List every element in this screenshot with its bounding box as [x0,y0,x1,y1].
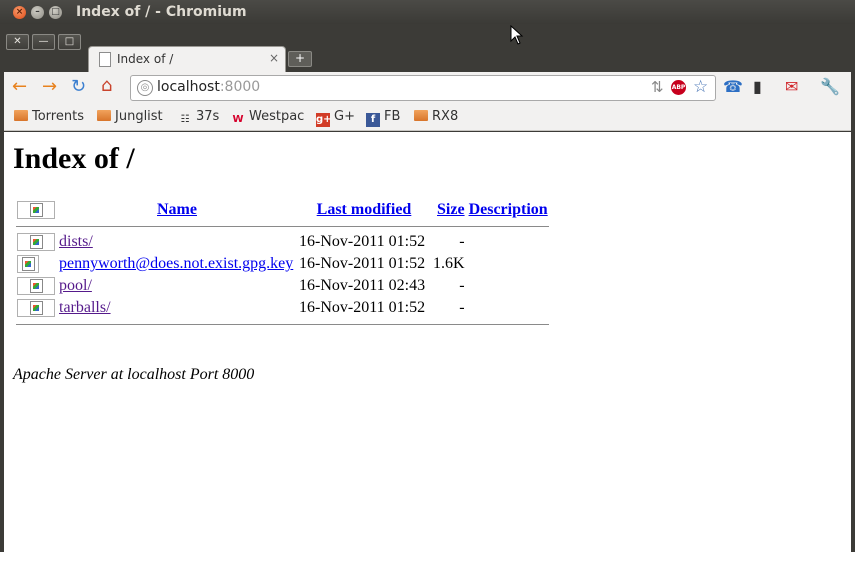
page-content[interactable]: Index of / Name Last modified Size Descr… [4,132,851,552]
entry-link[interactable]: dists/ [59,233,93,250]
sort-by-modified-link[interactable]: Last modified [317,201,412,218]
blank-icon [17,201,55,220]
desktop-strip [0,552,855,563]
address-bar[interactable]: ◎ localhost:8000 ⇅ ABP ☆ [130,75,716,101]
entry-modified: 16-Nov-2011 02:43 [299,277,426,294]
window-maximize-icon[interactable]: □ [49,6,62,19]
sync-icon[interactable]: ⇅ [651,78,664,96]
table-row: pool/ 16-Nov-2011 02:43 - [16,276,549,296]
bookmark-label: Westpac [249,109,305,124]
separator-line [16,323,549,325]
entry-size: - [459,233,465,250]
entry-link[interactable]: pool/ [59,277,92,294]
file-icon [17,255,39,274]
mouse-cursor-icon [510,25,524,45]
skype-icon[interactable]: ☎ [723,79,743,95]
tab-close-icon[interactable]: × [269,51,279,65]
page-title: Index of / [13,142,135,175]
table-row: tarballs/ 16-Nov-2011 01:52 - [16,298,549,318]
frame-close-button[interactable]: ✕ [6,34,29,50]
folder-icon [17,233,55,252]
wrench-icon[interactable]: 🔧 [820,79,840,95]
bookmark-label: Junglist [115,109,163,124]
address-host: localhost [157,79,220,95]
westpac-icon: W [232,114,244,125]
table-row: pennyworth@does.not.exist.gpg.key 16-Nov… [16,254,549,274]
address-port: :8000 [219,79,261,95]
frame-maximize-button[interactable]: □ [58,34,81,50]
bookmark-torrents[interactable]: Torrents [14,109,84,124]
entry-size: 1.6K [433,255,465,272]
bookmark-gplus[interactable]: g+ G+ [316,109,355,127]
sort-by-name-link[interactable]: Name [157,201,197,218]
folder-icon [414,110,428,121]
entry-description [468,254,549,274]
bookmark-label: G+ [334,109,355,124]
window-title: Index of / - Chromium [76,4,247,20]
bookmark-37s[interactable]: ☷ 37s [178,109,220,127]
entry-modified: 16-Nov-2011 01:52 [299,233,426,250]
entry-modified: 16-Nov-2011 01:52 [299,255,426,272]
separator-row [16,320,549,328]
window-titlebar[interactable]: × – □ Index of / - Chromium [0,0,855,24]
bookmark-label: FB [384,109,401,124]
globe-icon: ◎ [137,80,153,96]
google-plus-icon: g+ [316,113,332,127]
bookmark-label: RX8 [432,109,459,124]
server-signature: Apache Server at localhost Port 8000 [13,366,255,383]
sort-by-description-link[interactable]: Description [469,201,548,218]
folder-icon [14,110,28,121]
folder-icon [17,299,55,318]
entry-size: - [459,277,465,294]
back-icon[interactable]: ← [12,78,27,96]
table-row: dists/ 16-Nov-2011 01:52 - [16,232,549,252]
page-icon [99,52,111,67]
gmail-icon[interactable]: ✉ [785,79,798,95]
window-minimize-icon[interactable]: – [31,6,44,19]
extension-icon[interactable]: ▮ [753,79,762,95]
bookmarks-bar: Torrents Junglist ☷ 37s W Westpac g+ G+ f FB… [4,104,851,131]
window-border-right [851,132,855,552]
bookmark-fb[interactable]: f FB [366,109,400,127]
entry-modified: 16-Nov-2011 01:52 [299,299,426,316]
header-icon-cell [16,200,56,220]
bookmark-label: Torrents [32,109,84,124]
separator-row [16,222,549,230]
folder-icon [17,277,55,296]
entry-description [468,276,549,296]
entry-link[interactable]: pennyworth@does.not.exist.gpg.key [59,255,293,272]
forward-icon[interactable]: → [42,78,57,96]
new-tab-button[interactable]: + [288,51,312,67]
bookmark-junglist[interactable]: Junglist [97,109,163,124]
sort-by-size-link[interactable]: Size [437,201,465,218]
bookmark-westpac[interactable]: W Westpac [231,109,304,127]
frame-minimize-button[interactable]: — [32,34,55,50]
address-text[interactable]: localhost:8000 [157,79,260,95]
37signals-icon: ☷ [180,114,190,125]
bookmark-rx8[interactable]: RX8 [414,109,458,124]
reload-icon[interactable]: ↻ [71,78,86,96]
entry-description [468,232,549,252]
bookmark-label: 37s [196,109,220,124]
entry-link[interactable]: tarballs/ [59,299,111,316]
adblock-icon[interactable]: ABP [671,80,686,95]
home-icon[interactable]: ⌂ [101,77,112,95]
facebook-icon: f [366,113,380,127]
entry-size: - [459,299,465,316]
separator-line [16,225,549,227]
folder-icon [97,110,111,121]
tab-index-of[interactable]: Index of / × [88,46,286,73]
directory-listing: Name Last modified Size Description dist… [14,198,551,330]
entry-description [468,298,549,318]
bookmark-star-icon[interactable]: ☆ [693,77,708,97]
window-close-icon[interactable]: × [13,6,26,19]
listing-header-row: Name Last modified Size Description [16,200,549,220]
tab-title: Index of / [117,52,174,66]
